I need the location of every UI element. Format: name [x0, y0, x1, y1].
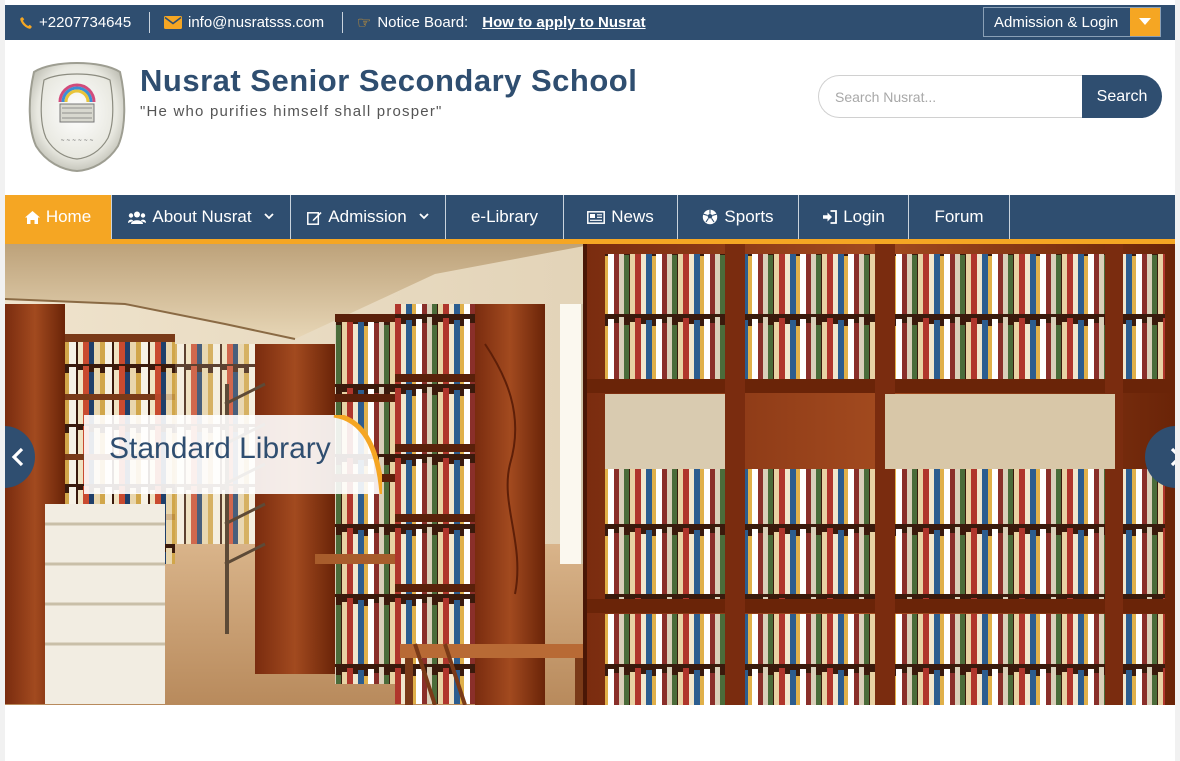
nav-item-label: Forum	[934, 207, 984, 226]
nav-item-label: Admission	[328, 207, 407, 226]
slide-caption: Standard Library	[109, 432, 331, 465]
newspaper-icon	[587, 210, 606, 224]
admission-login-label: Admission & Login	[994, 13, 1119, 31]
nav-item-e-library[interactable]: e-Library	[446, 195, 564, 239]
page-frame: +2207734645 info@nusratsss.com ☞ Notice …	[5, 0, 1175, 761]
nav-item-label: Login	[843, 207, 885, 226]
school-name[interactable]: Nusrat Senior Secondary School	[140, 63, 637, 99]
nav-item-label: News	[611, 207, 654, 226]
sign-in-icon	[823, 210, 838, 224]
notice-board: ☞ Notice Board: How to apply to Nusrat	[357, 5, 646, 40]
nav-item-label: About Nusrat	[152, 207, 252, 226]
nav-item-about-nusrat[interactable]: About Nusrat	[112, 195, 291, 239]
notice-link[interactable]: How to apply to Nusrat	[482, 14, 645, 31]
phone-number: +2207734645	[39, 14, 132, 31]
chevron-down-icon	[419, 211, 429, 223]
school-logo[interactable]: ~ ~ ~ ~ ~ ~	[22, 58, 132, 173]
phone-icon	[20, 16, 32, 29]
hand-point-right-icon: ☞	[357, 14, 372, 32]
nav-item-login[interactable]: Login	[799, 195, 909, 239]
main-nav: Home About Nusrat Admission e-Library Ne…	[5, 195, 1175, 239]
email-contact[interactable]: info@nusratsss.com	[164, 5, 324, 40]
phone-contact[interactable]: +2207734645	[19, 5, 131, 40]
nav-item-admission[interactable]: Admission	[291, 195, 446, 239]
users-icon	[128, 211, 147, 224]
edit-icon	[307, 211, 322, 225]
nav-item-home[interactable]: Home	[5, 195, 112, 239]
caret-down-icon[interactable]	[1130, 8, 1160, 36]
chevron-down-icon	[263, 211, 274, 223]
divider	[149, 12, 150, 33]
home-icon	[24, 210, 40, 224]
nav-item-sports[interactable]: Sports	[678, 195, 799, 239]
admission-login-button[interactable]: Admission & Login	[983, 7, 1161, 37]
nav-item-news[interactable]: News	[564, 195, 678, 239]
top-bar: +2207734645 info@nusratsss.com ☞ Notice …	[5, 5, 1175, 40]
email-address: info@nusratsss.com	[188, 14, 325, 31]
soccer-ball-icon	[703, 209, 718, 225]
envelope-icon	[164, 16, 182, 29]
hero-slider[interactable]: Standard Library	[5, 244, 1175, 705]
school-motto: "He who purifies himself shall prosper"	[140, 103, 443, 120]
nav-item-forum[interactable]: Forum	[909, 195, 1010, 239]
nav-item-label: Sports	[724, 207, 774, 226]
chevron-right-icon	[1170, 447, 1175, 467]
svg-text:~ ~ ~ ~ ~ ~: ~ ~ ~ ~ ~ ~	[60, 138, 93, 144]
nav-item-label: e-Library	[470, 207, 539, 226]
chevron-left-icon	[11, 447, 24, 467]
notice-board-label: Notice Board:	[377, 14, 469, 31]
search-button[interactable]: Search	[1082, 75, 1162, 118]
search-input[interactable]	[818, 75, 1084, 118]
divider	[342, 12, 343, 33]
nav-item-label: Home	[45, 207, 92, 226]
